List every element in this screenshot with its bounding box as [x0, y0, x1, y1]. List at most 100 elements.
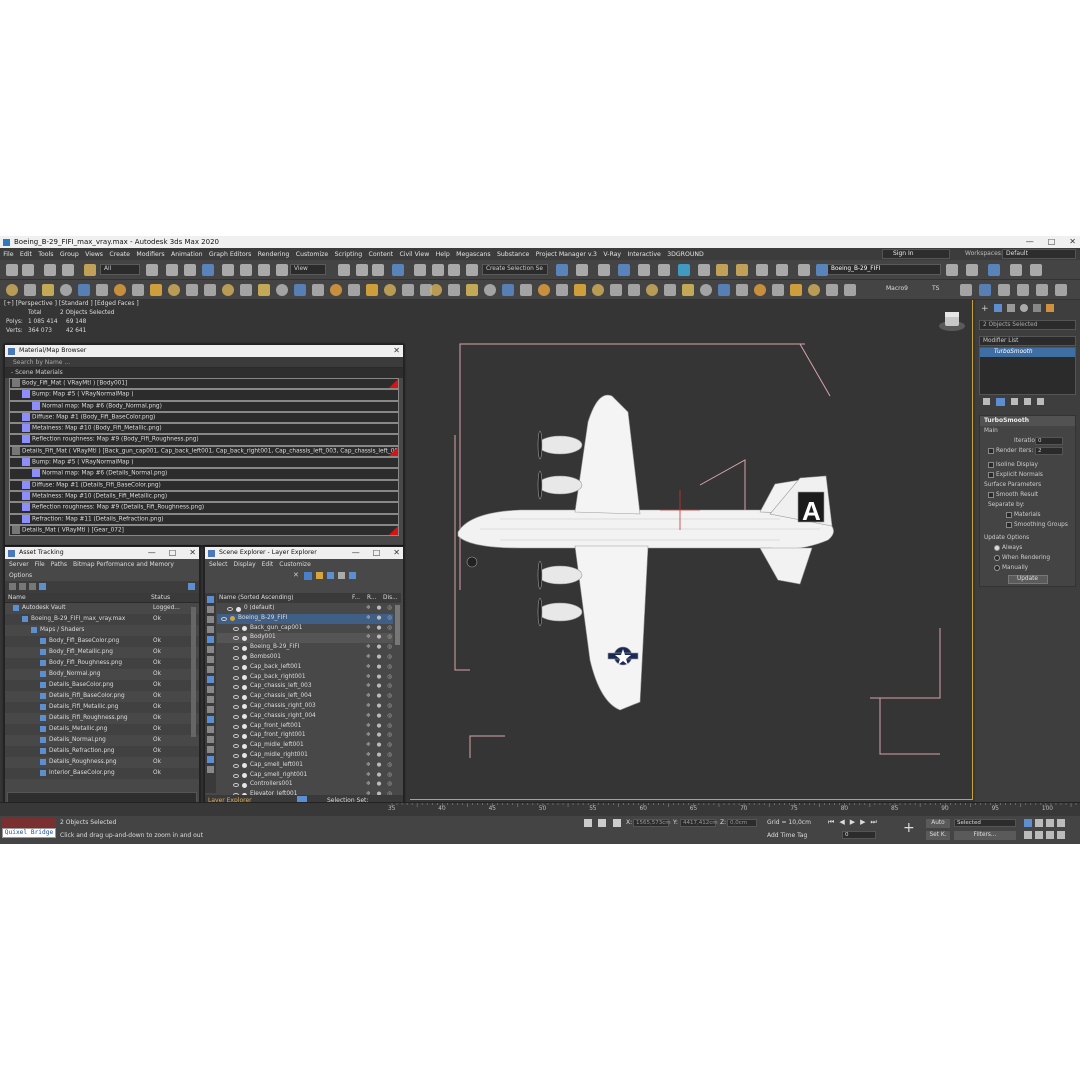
hierarchy-tab-icon[interactable]	[1006, 304, 1015, 312]
toolbar-tool-icon[interactable]	[22, 264, 34, 276]
render-iters-checkbox[interactable]	[988, 447, 994, 454]
toolbar-tool-icon[interactable]	[716, 264, 728, 276]
material-row[interactable]: Diffuse: Map #1 (Body_Fifi_BaseColor.png…	[9, 411, 399, 424]
asset-row[interactable]: Maps / Shaders	[5, 625, 199, 636]
toolbar-tool-icon[interactable]	[184, 264, 196, 276]
asset-scrollbar[interactable]	[191, 607, 196, 737]
toolbar-tool-icon[interactable]	[520, 284, 532, 296]
se-side-icon[interactable]	[207, 756, 214, 763]
toolbar-tool-icon[interactable]	[592, 284, 604, 296]
object-flags-icon[interactable]: ❄●◎	[366, 712, 398, 722]
material-row[interactable]: Details_Fifi_Mat ( VRayMtl ) [Back_gun_c…	[9, 445, 399, 458]
se-clear-icon[interactable]: ✕	[293, 572, 300, 579]
set-key-button[interactable]: Set K.	[926, 831, 950, 840]
menu-tools[interactable]: Tools	[35, 251, 57, 258]
scene-tree-row[interactable]: Cap_midle_right001 ❄●◎	[217, 751, 393, 761]
viewcube-icon[interactable]	[937, 308, 967, 334]
visibility-eye-icon[interactable]	[221, 616, 227, 621]
materials-checkbox[interactable]	[1006, 511, 1012, 518]
toolbar-tool-icon[interactable]	[682, 284, 694, 296]
visibility-eye-icon[interactable]	[233, 626, 239, 631]
toolbar-tool-icon[interactable]	[392, 264, 404, 276]
maxscript-listener[interactable]	[2, 818, 56, 827]
display-tab-icon[interactable]	[1032, 304, 1041, 312]
scene-materials-group[interactable]: - Scene Materials	[5, 368, 403, 378]
menu-megascans[interactable]: Megascans	[453, 251, 494, 258]
smooth-result-checkbox[interactable]	[988, 491, 994, 498]
toolbar-tool-icon[interactable]	[1036, 284, 1048, 296]
visibility-eye-icon[interactable]	[233, 665, 239, 670]
se-side-icon[interactable]	[207, 646, 214, 653]
visibility-eye-icon[interactable]	[233, 636, 239, 641]
visibility-eye-icon[interactable]	[233, 763, 239, 768]
asset-menu-bitmap-performance-and-memory[interactable]: Bitmap Performance and Memory	[73, 561, 174, 568]
scene-tree-row[interactable]: Cap_back_left001 ❄●◎	[217, 663, 393, 673]
object-flags-icon[interactable]: ❄●◎	[366, 682, 398, 692]
object-flags-icon[interactable]: ❄●◎	[366, 780, 398, 790]
toolbar-tool-icon[interactable]	[1055, 284, 1067, 296]
toolbar-tool-icon[interactable]	[598, 264, 610, 276]
create-tab-icon[interactable]: +	[981, 304, 989, 314]
object-flags-icon[interactable]: ❄●◎	[366, 624, 398, 634]
asset-tool-icon[interactable]	[9, 583, 16, 590]
asset-row[interactable]: Details_Normal.png Ok	[5, 735, 199, 746]
toolbar-tool-icon[interactable]	[96, 284, 108, 296]
material-row[interactable]: Refraction: Map #11 (Details_Refraction.…	[9, 513, 399, 525]
maximize-button[interactable]: □	[1048, 236, 1056, 248]
workspace-dropdown[interactable]: Default	[1002, 249, 1076, 259]
se-side-icon[interactable]	[207, 616, 214, 623]
material-row[interactable]: Normal map: Map #6 (Details_Normal.png)	[9, 468, 399, 480]
material-row[interactable]: Diffuse: Map #1 (Details_Fifi_BaseColor.…	[9, 479, 399, 491]
zoom-icon[interactable]	[1024, 819, 1032, 827]
toolbar-tool-icon[interactable]	[166, 264, 178, 276]
toolbar-tool-icon[interactable]	[538, 284, 550, 296]
toolbar-tool-icon[interactable]	[646, 284, 658, 296]
asset-row[interactable]: Details_Metallic.png Ok	[5, 724, 199, 735]
toolbar-tool-icon[interactable]	[62, 264, 74, 276]
menu-group[interactable]: Group	[57, 251, 82, 258]
menu-v-ray[interactable]: V-Ray	[600, 251, 624, 258]
toolbar-tool-icon[interactable]	[24, 284, 36, 296]
modify-tab-icon[interactable]	[993, 304, 1002, 312]
toolbar-tool-icon[interactable]	[432, 264, 444, 276]
add-time-tag-button[interactable]: Add Time Tag	[767, 832, 807, 839]
isolate-icon[interactable]	[598, 819, 606, 827]
toolbar-tool-icon[interactable]	[678, 264, 690, 276]
material-row[interactable]: Normal map: Map #6 (Body_Normal.png)	[9, 400, 399, 412]
pin-stack-icon[interactable]	[983, 398, 990, 405]
asset-tool-icon[interactable]	[39, 583, 46, 590]
se-menu-edit[interactable]: Edit	[262, 561, 274, 568]
absolute-mode-icon[interactable]	[613, 819, 621, 827]
asset-options-menu[interactable]: Options	[9, 572, 32, 579]
se-col-dis[interactable]: Dis...	[383, 593, 398, 603]
toolbar-tool-icon[interactable]	[466, 284, 478, 296]
timeline-ruler[interactable]: 35 40 45 50 55 60 65 70 75 80 85 90 95 100	[0, 802, 1080, 816]
orbit-icon[interactable]	[1046, 831, 1054, 839]
toolbar-tool-icon[interactable]	[628, 284, 640, 296]
se-side-icon[interactable]	[207, 706, 214, 713]
asset-row[interactable]: Details_Refraction.png Ok	[5, 746, 199, 757]
toolbar-tool-icon[interactable]	[844, 284, 856, 296]
toolbar-tool-icon[interactable]	[556, 284, 568, 296]
toolbar-tool-icon[interactable]	[356, 264, 368, 276]
toolbar-tool-icon[interactable]	[700, 284, 712, 296]
visibility-eye-icon[interactable]	[227, 607, 233, 611]
visibility-eye-icon[interactable]	[233, 704, 239, 709]
menu-content[interactable]: Content	[365, 251, 396, 258]
visibility-eye-icon[interactable]	[233, 655, 239, 660]
lock-selection-icon[interactable]	[584, 819, 592, 827]
se-side-icon[interactable]	[207, 676, 214, 683]
quixel-bridge-button[interactable]: Quixel Bridge	[2, 828, 56, 838]
toolbar-tool-icon[interactable]	[338, 264, 350, 276]
toolbar-tool-icon[interactable]	[736, 264, 748, 276]
toolbar-tool-icon[interactable]	[312, 284, 324, 296]
toolbar-tool-icon[interactable]	[658, 264, 670, 276]
toolbar-tool-icon[interactable]	[772, 284, 784, 296]
current-frame-field[interactable]: 0	[842, 831, 876, 839]
scene-tree-row[interactable]: Back_gun_cap001 ❄●◎	[217, 624, 393, 634]
toolbar-tool-icon[interactable]	[202, 264, 214, 276]
zoom-extents-all-icon[interactable]	[1057, 819, 1065, 827]
se-menu-display[interactable]: Display	[234, 561, 256, 568]
visibility-eye-icon[interactable]	[233, 685, 239, 690]
toolbar-tool-icon[interactable]	[222, 284, 234, 296]
